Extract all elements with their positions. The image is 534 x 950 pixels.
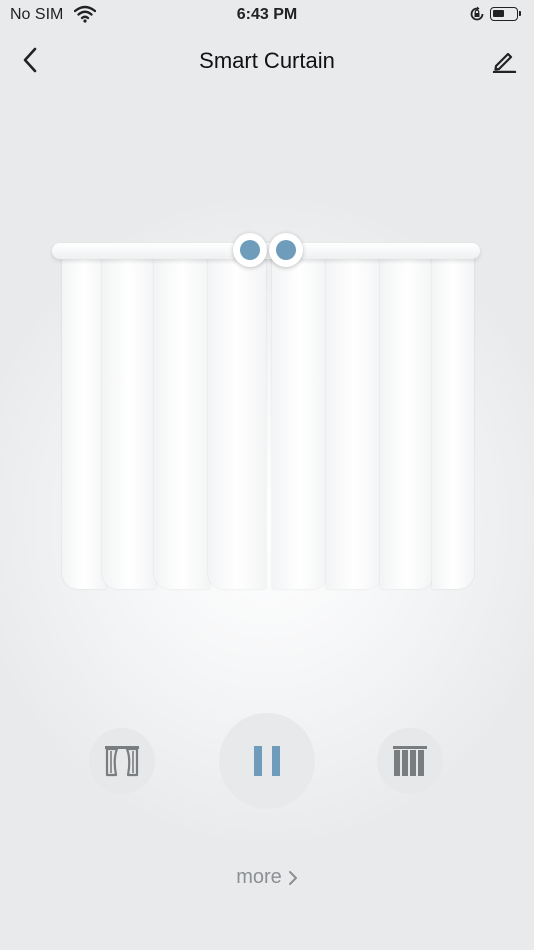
curtain-panel (272, 253, 328, 589)
pause-icon (254, 746, 280, 776)
curtain-runner-left[interactable] (233, 233, 267, 267)
open-curtain-button[interactable] (89, 728, 155, 794)
curtain-panel (62, 253, 106, 589)
more-link[interactable]: more (0, 866, 534, 889)
more-label: more (236, 866, 282, 888)
curtain-panel (208, 253, 266, 589)
curtain-open-icon (105, 746, 139, 777)
curtain-panel (432, 253, 474, 589)
curtain-close-icon (393, 746, 427, 776)
curtain-runner-right[interactable] (269, 233, 303, 267)
curtain-illustration[interactable] (0, 0, 534, 620)
curtain-panel (326, 253, 382, 589)
close-curtain-button[interactable] (377, 728, 443, 794)
curtain-panel (154, 253, 210, 589)
chevron-right-icon (288, 870, 297, 885)
curtain-panel (102, 253, 156, 589)
curtain-panel (380, 253, 434, 589)
pause-button[interactable] (219, 713, 315, 809)
